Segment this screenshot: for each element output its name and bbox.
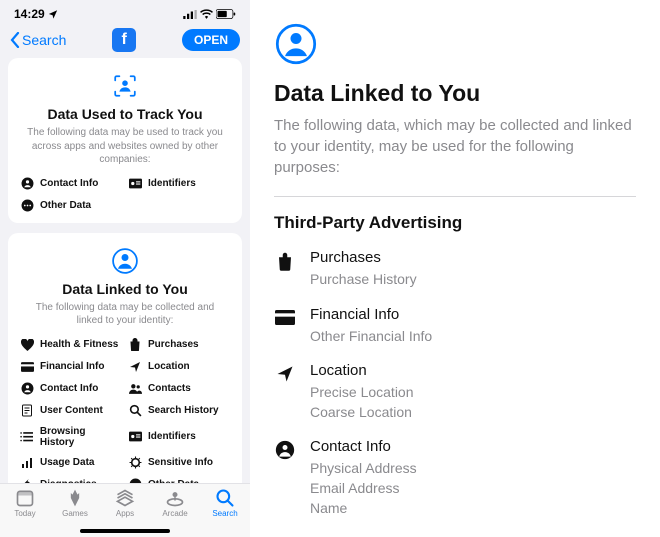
wifi-icon bbox=[200, 9, 213, 19]
card-subtitle: The following data may be used to track … bbox=[20, 126, 230, 167]
contact-info-icon bbox=[21, 177, 34, 190]
section-heading: Third-Party Advertising bbox=[274, 213, 636, 233]
data-item: Search History bbox=[128, 404, 230, 418]
data-item: User Content bbox=[20, 404, 122, 418]
data-item: Health & Fitness bbox=[20, 338, 122, 352]
contact-info-icon bbox=[275, 440, 295, 460]
health-icon bbox=[21, 339, 34, 351]
card-title: Data Used to Track You bbox=[20, 106, 230, 122]
data-item: Sensitive Info bbox=[128, 456, 230, 470]
financial-icon bbox=[275, 310, 295, 325]
arcade-icon bbox=[165, 488, 185, 508]
open-button[interactable]: OPEN bbox=[182, 29, 240, 51]
search-icon bbox=[215, 488, 235, 508]
person-circle-icon bbox=[274, 22, 318, 66]
financial-icon bbox=[21, 362, 34, 372]
back-button[interactable]: Search bbox=[10, 32, 66, 48]
signal-icon bbox=[183, 10, 197, 19]
sensitive-info-icon bbox=[129, 456, 142, 469]
data-item: Usage Data bbox=[20, 456, 122, 470]
data-item: Identifiers bbox=[128, 177, 230, 191]
identifiers-icon bbox=[129, 431, 142, 442]
scroll-content[interactable]: Data Used to Track You The following dat… bbox=[0, 58, 250, 483]
location-icon bbox=[276, 365, 294, 383]
purchases-icon bbox=[129, 338, 141, 351]
nav-bar: Search f OPEN bbox=[0, 22, 250, 58]
card-subtitle: The following data may be collected and … bbox=[20, 301, 230, 328]
search-history-icon bbox=[129, 404, 142, 417]
data-item: Financial Info bbox=[20, 360, 122, 374]
tab-games[interactable]: Games bbox=[52, 488, 98, 518]
data-item: Contact Info bbox=[20, 382, 122, 396]
battery-icon bbox=[216, 9, 236, 19]
data-item: Contact Info bbox=[20, 177, 122, 191]
detail-panel: Data Linked to You The following data, w… bbox=[250, 0, 660, 537]
data-item: Identifiers bbox=[128, 426, 230, 448]
tab-arcade[interactable]: Arcade bbox=[152, 488, 198, 518]
home-indicator bbox=[80, 529, 170, 533]
facebook-app-icon[interactable]: f bbox=[112, 28, 136, 52]
games-icon bbox=[65, 488, 85, 508]
detail-row: Financial InfoOther Financial Info bbox=[274, 306, 636, 347]
status-bar: 14:29 bbox=[0, 0, 250, 22]
apps-icon bbox=[115, 488, 135, 508]
identifiers-icon bbox=[129, 178, 142, 189]
card-track-you: Data Used to Track You The following dat… bbox=[8, 58, 242, 223]
data-item: Location bbox=[128, 360, 230, 374]
location-arrow-icon bbox=[48, 9, 58, 19]
tab-apps[interactable]: Apps bbox=[102, 488, 148, 518]
today-icon bbox=[15, 488, 35, 508]
card-linked-you: Data Linked to You The following data ma… bbox=[8, 233, 242, 484]
other-data-icon bbox=[21, 199, 34, 212]
browsing-history-icon bbox=[20, 432, 33, 442]
detail-row: PurchasesPurchase History bbox=[274, 249, 636, 290]
data-item: Browsing History bbox=[20, 426, 122, 448]
detail-title: Data Linked to You bbox=[274, 80, 636, 107]
divider bbox=[274, 196, 636, 197]
detail-subtitle: The following data, which may be collect… bbox=[274, 115, 636, 178]
data-item: Purchases bbox=[128, 338, 230, 352]
location-icon bbox=[129, 361, 141, 373]
status-time: 14:29 bbox=[14, 7, 45, 21]
contacts-icon bbox=[129, 383, 142, 394]
data-item: Other Data bbox=[20, 199, 122, 213]
data-item: Contacts bbox=[128, 382, 230, 396]
contact-info-icon bbox=[21, 382, 34, 395]
chevron-left-icon bbox=[10, 32, 20, 48]
person-circle-icon bbox=[111, 247, 139, 275]
phone-screenshot: 14:29 Search f OPEN Data Used to Track Y… bbox=[0, 0, 250, 537]
usage-data-icon bbox=[21, 457, 33, 469]
purchases-icon bbox=[276, 251, 294, 271]
user-content-icon bbox=[21, 404, 33, 417]
tracking-icon bbox=[111, 72, 139, 100]
detail-row: LocationPrecise LocationCoarse Location bbox=[274, 362, 636, 422]
tab-today[interactable]: Today bbox=[2, 488, 48, 518]
card-title: Data Linked to You bbox=[20, 281, 230, 297]
detail-row: Contact InfoPhysical AddressEmail Addres… bbox=[274, 438, 636, 518]
tab-search[interactable]: Search bbox=[202, 488, 248, 518]
back-label: Search bbox=[22, 32, 66, 48]
